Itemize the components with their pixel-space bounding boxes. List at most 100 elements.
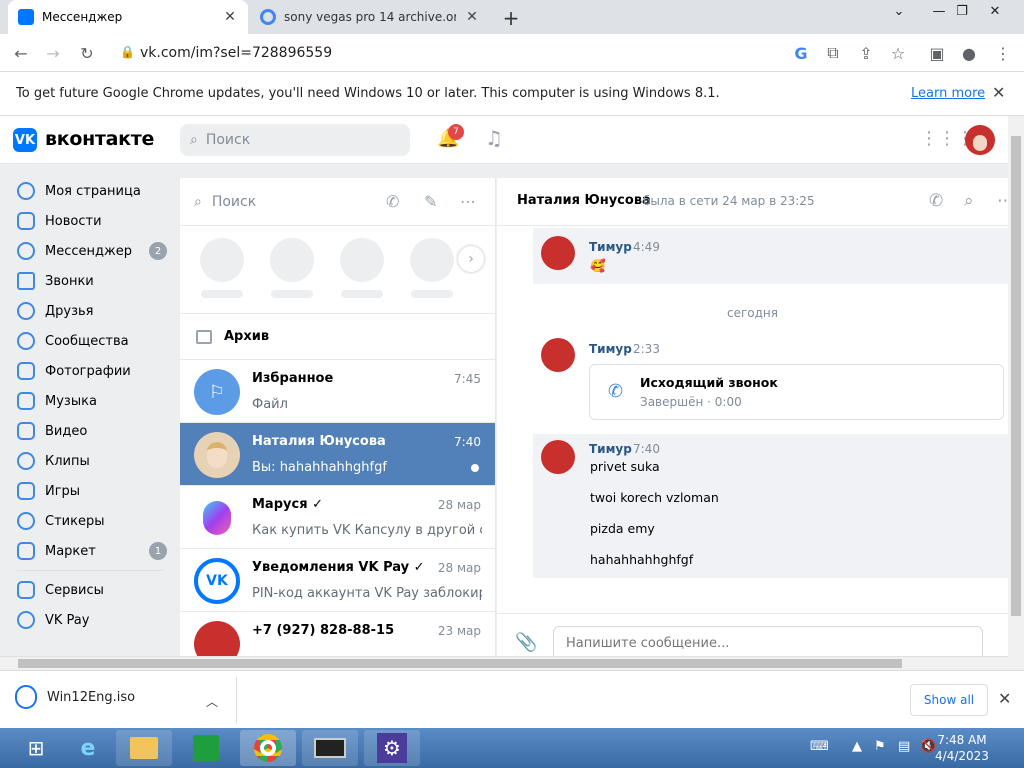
side-panel-icon[interactable]: ▣ bbox=[926, 42, 948, 64]
horizontal-scroll-thumb[interactable] bbox=[18, 659, 902, 668]
download-item[interactable]: Win12Eng.iso bbox=[15, 685, 135, 709]
back-icon[interactable]: ← bbox=[10, 42, 32, 64]
message-time: 2:33 bbox=[633, 342, 660, 356]
music-icon[interactable]: ♫ bbox=[485, 126, 503, 150]
story-placeholder[interactable] bbox=[410, 238, 454, 282]
story-placeholder[interactable] bbox=[270, 238, 314, 282]
story-placeholder[interactable] bbox=[200, 238, 244, 282]
avatar[interactable] bbox=[541, 338, 575, 372]
bookmark-star-icon[interactable]: ☆ bbox=[887, 42, 909, 64]
nav-item-photos[interactable]: Фотографии bbox=[0, 356, 175, 386]
archive-icon bbox=[196, 329, 212, 344]
nav-label: Сервисы bbox=[45, 582, 104, 598]
learn-more-link[interactable]: Learn more bbox=[911, 86, 985, 101]
new-tab-icon[interactable]: + bbox=[500, 6, 522, 30]
reload-icon[interactable]: ↻ bbox=[76, 42, 98, 64]
download-bar-close-icon[interactable]: ✕ bbox=[998, 689, 1011, 708]
close-window-icon[interactable]: ✕ bbox=[980, 4, 1010, 19]
chat-row-favorites[interactable]: ⚐ Избранное 7:45 Файл bbox=[180, 360, 495, 423]
tab-close-icon[interactable]: ✕ bbox=[222, 9, 238, 25]
file-explorer-icon[interactable] bbox=[116, 730, 172, 766]
network-icon[interactable]: ▤ bbox=[898, 739, 910, 754]
tab-messenger[interactable]: Мессенджер ✕ bbox=[8, 0, 248, 34]
chat-row-marusya[interactable]: Маруся ✓ 28 мар Как купить VK Капсулу в … bbox=[180, 486, 495, 549]
profile-icon[interactable]: ● bbox=[958, 42, 980, 64]
keyboard-icon[interactable]: ⌨ bbox=[810, 739, 829, 754]
avatar[interactable] bbox=[541, 440, 575, 474]
google-icon[interactable]: G bbox=[790, 42, 812, 64]
tab-search-chevron-icon[interactable]: ⌄ bbox=[884, 4, 914, 19]
message-author[interactable]: Тимур bbox=[589, 442, 632, 456]
nav-item-stickers[interactable]: Стикеры bbox=[0, 506, 175, 536]
attach-paperclip-icon[interactable]: 📎 bbox=[515, 632, 537, 653]
terminal-window-icon[interactable] bbox=[302, 730, 358, 766]
conversation-title[interactable]: Наталия Юнусова bbox=[517, 193, 651, 208]
chat-row-vkpay[interactable]: VK Уведомления VK Pay ✓ 28 мар PIN-код а… bbox=[180, 549, 495, 612]
avatar[interactable] bbox=[541, 236, 575, 270]
message-input[interactable] bbox=[553, 626, 983, 656]
more-icon[interactable]: ⋯ bbox=[460, 192, 476, 211]
nav-label: Сообщества bbox=[45, 333, 129, 349]
nav-label: Друзья bbox=[45, 303, 94, 319]
horizontal-scrollbar[interactable] bbox=[0, 656, 1008, 670]
clock-time: 7:48 AM bbox=[937, 733, 987, 747]
action-center-flag-icon[interactable]: ⚑ bbox=[874, 739, 886, 754]
new-call-icon[interactable]: ✆ bbox=[386, 192, 399, 211]
clips-icon bbox=[17, 452, 35, 470]
nav-item-clips[interactable]: Клипы bbox=[0, 446, 175, 476]
chat-search-input[interactable]: Поиск bbox=[212, 194, 256, 210]
nav-item-friends[interactable]: Друзья bbox=[0, 296, 175, 326]
message-author[interactable]: Тимур bbox=[589, 240, 632, 254]
compose-icon[interactable]: ✎ bbox=[424, 192, 437, 211]
start-windows-icon[interactable]: ⊞ bbox=[8, 730, 64, 766]
search-placeholder: Поиск bbox=[205, 132, 251, 148]
translate-icon[interactable]: ⧉ bbox=[822, 42, 844, 64]
download-options-chevron-icon[interactable]: ︿ bbox=[206, 693, 218, 710]
nav-item-music[interactable]: Музыка bbox=[0, 386, 175, 416]
store-icon[interactable] bbox=[178, 730, 234, 766]
chrome-icon[interactable] bbox=[240, 730, 296, 766]
chat-row-phone[interactable]: +7 (927) 828-88-15 23 мар bbox=[180, 612, 495, 656]
restore-icon[interactable]: ❐ bbox=[947, 4, 977, 19]
menu-kebab-icon[interactable]: ⋮ bbox=[992, 42, 1014, 64]
vk-brand-name[interactable]: вконтакте bbox=[45, 128, 154, 150]
nav-item-messenger[interactable]: Мессенджер 2 bbox=[0, 236, 175, 266]
nav-item-vk-pay[interactable]: VK Pay bbox=[0, 605, 175, 635]
stories-next-chevron-icon[interactable]: › bbox=[458, 246, 484, 272]
settings-gear-icon[interactable]: ⚙ bbox=[364, 730, 420, 766]
vertical-scroll-thumb[interactable] bbox=[1011, 136, 1021, 616]
share-icon[interactable]: ⇪ bbox=[855, 42, 877, 64]
tab-archive-search[interactable]: sony vegas pro 14 archive.org - G ✕ bbox=[250, 0, 490, 34]
nav-item-communities[interactable]: Сообщества bbox=[0, 326, 175, 356]
more-icon[interactable]: ⋯ bbox=[997, 191, 1008, 211]
nav-item-market[interactable]: Маркет 1 bbox=[0, 536, 175, 566]
show-hidden-icons-icon[interactable]: ▲ bbox=[852, 739, 862, 754]
windows-taskbar: ⊞ e ⚙ ⌨ ▲ ⚑ ▤ 🔇 7:48 AM 4/4/2023 bbox=[0, 728, 1024, 768]
forward-icon[interactable]: → bbox=[42, 42, 64, 64]
infobar-close-icon[interactable]: ✕ bbox=[992, 83, 1005, 102]
nav-item-news[interactable]: Новости bbox=[0, 206, 175, 236]
chat-row-natalia[interactable]: Наталия Юнусова 7:40 Вы: hahahhahhghfgf bbox=[180, 423, 495, 486]
message-author[interactable]: Тимур bbox=[589, 342, 632, 356]
system-clock[interactable]: 7:48 AM 4/4/2023 bbox=[930, 732, 994, 764]
vertical-scrollbar[interactable] bbox=[1008, 116, 1024, 670]
nav-item-games[interactable]: Игры bbox=[0, 476, 175, 506]
vk-search-input[interactable]: ⌕ Поиск bbox=[180, 124, 410, 156]
vk-logo-icon[interactable]: VK bbox=[13, 128, 37, 152]
internet-explorer-icon[interactable]: e bbox=[60, 730, 116, 766]
call-title: Исходящий звонок bbox=[640, 375, 778, 390]
call-icon[interactable]: ✆ bbox=[929, 191, 943, 211]
tab-close-icon[interactable]: ✕ bbox=[464, 9, 480, 25]
user-avatar[interactable] bbox=[965, 125, 995, 155]
call-card[interactable]: ✆ Исходящий звонок Завершён · 0:00 bbox=[589, 364, 1004, 420]
story-placeholder[interactable] bbox=[340, 238, 384, 282]
archive-row[interactable]: Архив bbox=[180, 314, 495, 360]
nav-item-my-page[interactable]: Моя страница bbox=[0, 176, 175, 206]
show-all-button[interactable]: Show all bbox=[910, 684, 988, 716]
message-text: 🥰 bbox=[590, 258, 606, 273]
nav-item-services[interactable]: Сервисы bbox=[0, 575, 175, 605]
nav-item-calls[interactable]: Звонки bbox=[0, 266, 175, 296]
nav-item-video[interactable]: Видео bbox=[0, 416, 175, 446]
search-icon[interactable]: ⌕ bbox=[964, 191, 974, 211]
phone-icon: ✆ bbox=[608, 381, 624, 402]
